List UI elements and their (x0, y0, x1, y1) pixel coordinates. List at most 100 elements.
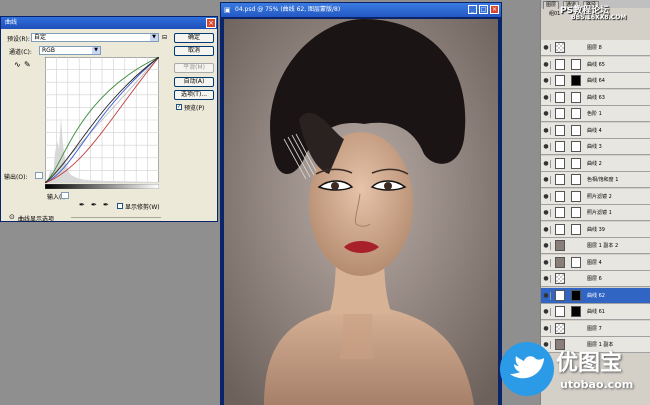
layer-mask-thumbnail[interactable] (571, 75, 581, 86)
layer-name: 曲线 2 (587, 160, 602, 167)
visibility-eye-icon[interactable]: ● (542, 225, 551, 234)
visibility-eye-icon[interactable]: ● (542, 77, 551, 85)
visibility-eye-icon[interactable]: ● (542, 60, 551, 69)
layer-row[interactable]: ● 曲线 4 (541, 122, 650, 139)
layer-name: 图层 1 副本 2 (587, 243, 619, 249)
visibility-eye-icon[interactable]: ● (542, 192, 551, 201)
layer-row[interactable]: ● 曲线 2 (541, 155, 650, 172)
cancel-button[interactable]: 取消 (174, 46, 214, 56)
layer-mask-thumbnail[interactable] (571, 174, 581, 185)
ok-button[interactable]: 确定 (174, 33, 214, 43)
preset-select[interactable]: 自定 ▼ (31, 33, 159, 42)
output-label: 输出(O): (4, 174, 28, 181)
expand-toggle-icon[interactable]: ⊙ (9, 213, 15, 221)
layer-row[interactable]: ● 色相/饱和度 1 (541, 172, 650, 188)
input-field[interactable] (61, 192, 69, 199)
black-eyedropper-icon[interactable]: ✒ (79, 201, 85, 209)
layer-row[interactable]: ● 图层 4 (541, 254, 650, 271)
visibility-eye-icon[interactable]: ● (542, 242, 551, 250)
show-clipping-label: 显示修剪(W) (125, 204, 160, 211)
layer-row[interactable]: ● 曲线 65 (541, 56, 650, 73)
layer-mask-thumbnail[interactable] (571, 207, 581, 218)
channel-select[interactable]: RGB ▼ (39, 46, 101, 55)
layer-row[interactable]: ● 照片滤镜 1 (541, 205, 650, 221)
visibility-eye-icon[interactable]: ● (542, 258, 551, 267)
white-eyedropper-icon[interactable]: ✒ (103, 201, 109, 209)
layer-name: 图层 4 (587, 259, 602, 266)
layer-thumbnail (555, 223, 565, 235)
curve-point-tool-icon[interactable]: ∿ (14, 60, 21, 69)
layer-mask-thumbnail[interactable] (571, 141, 581, 152)
layer-row[interactable]: ● 色阶 1 (541, 106, 650, 122)
output-field[interactable] (35, 172, 43, 179)
close-icon[interactable]: × (206, 18, 216, 28)
layer-thumbnail (555, 124, 565, 136)
maximize-icon[interactable]: □ (479, 5, 488, 14)
layer-row[interactable]: ● 图层 1 副本 2 (541, 238, 650, 254)
minimize-icon[interactable]: _ (468, 5, 477, 14)
layer-thumbnail (555, 322, 565, 334)
document-window: 04.psd @ 75% (曲线 62, 图层蒙版/8) ▣ _ □ × (220, 2, 502, 405)
visibility-eye-icon[interactable]: ● (542, 291, 551, 300)
layer-row[interactable]: ● 曲线 63 (541, 89, 650, 106)
layer-thumbnail (555, 157, 565, 169)
layer-thumbnail (555, 306, 565, 317)
preview-checkbox[interactable]: ✓ (176, 104, 182, 110)
layer-row[interactable]: ● 曲线 3 (541, 139, 650, 155)
layer-thumbnail (555, 42, 565, 53)
layer-mask-thumbnail[interactable] (571, 223, 581, 235)
pencil-tool-icon[interactable]: ✎ (24, 60, 31, 69)
layer-row[interactable]: ● 曲线 64 (541, 73, 650, 89)
layer-thumbnail (555, 256, 565, 268)
visibility-eye-icon[interactable]: ● (542, 159, 551, 168)
layer-name: 图层 7 (587, 325, 602, 332)
layer-mask-thumbnail[interactable] (571, 306, 581, 317)
layer-name: 照片滤镜 1 (587, 210, 612, 216)
layer-row[interactable]: ● 图层 6 (541, 271, 650, 287)
visibility-eye-icon[interactable]: ● (542, 308, 551, 316)
visibility-eye-icon[interactable]: ● (542, 176, 551, 184)
layer-name: 曲线 63 (587, 94, 605, 101)
preview-label: 预览(P) (184, 105, 205, 112)
layer-thumbnail (555, 174, 565, 185)
options-button[interactable]: 选项(T)... (174, 90, 214, 100)
layer-mask-thumbnail[interactable] (571, 289, 581, 301)
smooth-button[interactable]: 平滑(M) (174, 63, 214, 73)
visibility-eye-icon[interactable]: ● (542, 275, 551, 283)
gray-eyedropper-icon[interactable]: ✒ (91, 201, 97, 209)
visibility-eye-icon[interactable]: ● (542, 126, 551, 135)
layer-mask-thumbnail[interactable] (571, 157, 581, 169)
visibility-eye-icon[interactable]: ● (542, 93, 551, 102)
visibility-eye-icon[interactable]: ● (542, 143, 551, 151)
layer-thumbnail (555, 108, 565, 119)
tab-layers[interactable]: 图层 (543, 1, 560, 9)
layer-name: 曲线 62 (587, 292, 605, 299)
visibility-eye-icon[interactable]: ● (542, 110, 551, 118)
layer-row[interactable]: ● 曲线 39 (541, 221, 650, 238)
layer-mask-thumbnail[interactable] (571, 256, 581, 268)
close-icon[interactable]: × (490, 5, 499, 14)
layer-mask-thumbnail[interactable] (571, 91, 581, 103)
layer-row[interactable]: ● 曲线 61 (541, 304, 650, 320)
layer-row[interactable]: ● 曲线 62 (541, 287, 650, 304)
layer-row[interactable]: ● 照片滤镜 2 (541, 188, 650, 205)
layer-name: 曲线 64 (587, 78, 605, 84)
layer-name: 图层 8 (587, 45, 602, 51)
layer-mask-thumbnail[interactable] (571, 190, 581, 202)
layer-name: 照片滤镜 2 (587, 193, 612, 200)
layer-mask-thumbnail[interactable] (571, 58, 581, 70)
brand-url: utobao.com (560, 378, 634, 391)
layer-mask-thumbnail[interactable] (571, 108, 581, 119)
layer-row[interactable]: ● 图层 8 (541, 40, 650, 56)
show-clipping-checkbox[interactable] (117, 203, 123, 209)
layer-thumbnail (555, 273, 565, 284)
layer-thumbnail (555, 207, 565, 218)
visibility-eye-icon[interactable]: ● (542, 44, 551, 52)
visibility-eye-icon[interactable]: ● (542, 324, 551, 333)
curves-graph[interactable] (45, 57, 159, 183)
layer-row[interactable]: ● 图层 7 (541, 320, 650, 337)
preset-menu-icon[interactable]: ⊟ (162, 34, 167, 41)
visibility-eye-icon[interactable]: ● (542, 209, 551, 217)
auto-button[interactable]: 自动(A) (174, 77, 214, 87)
layer-mask-thumbnail[interactable] (571, 124, 581, 136)
